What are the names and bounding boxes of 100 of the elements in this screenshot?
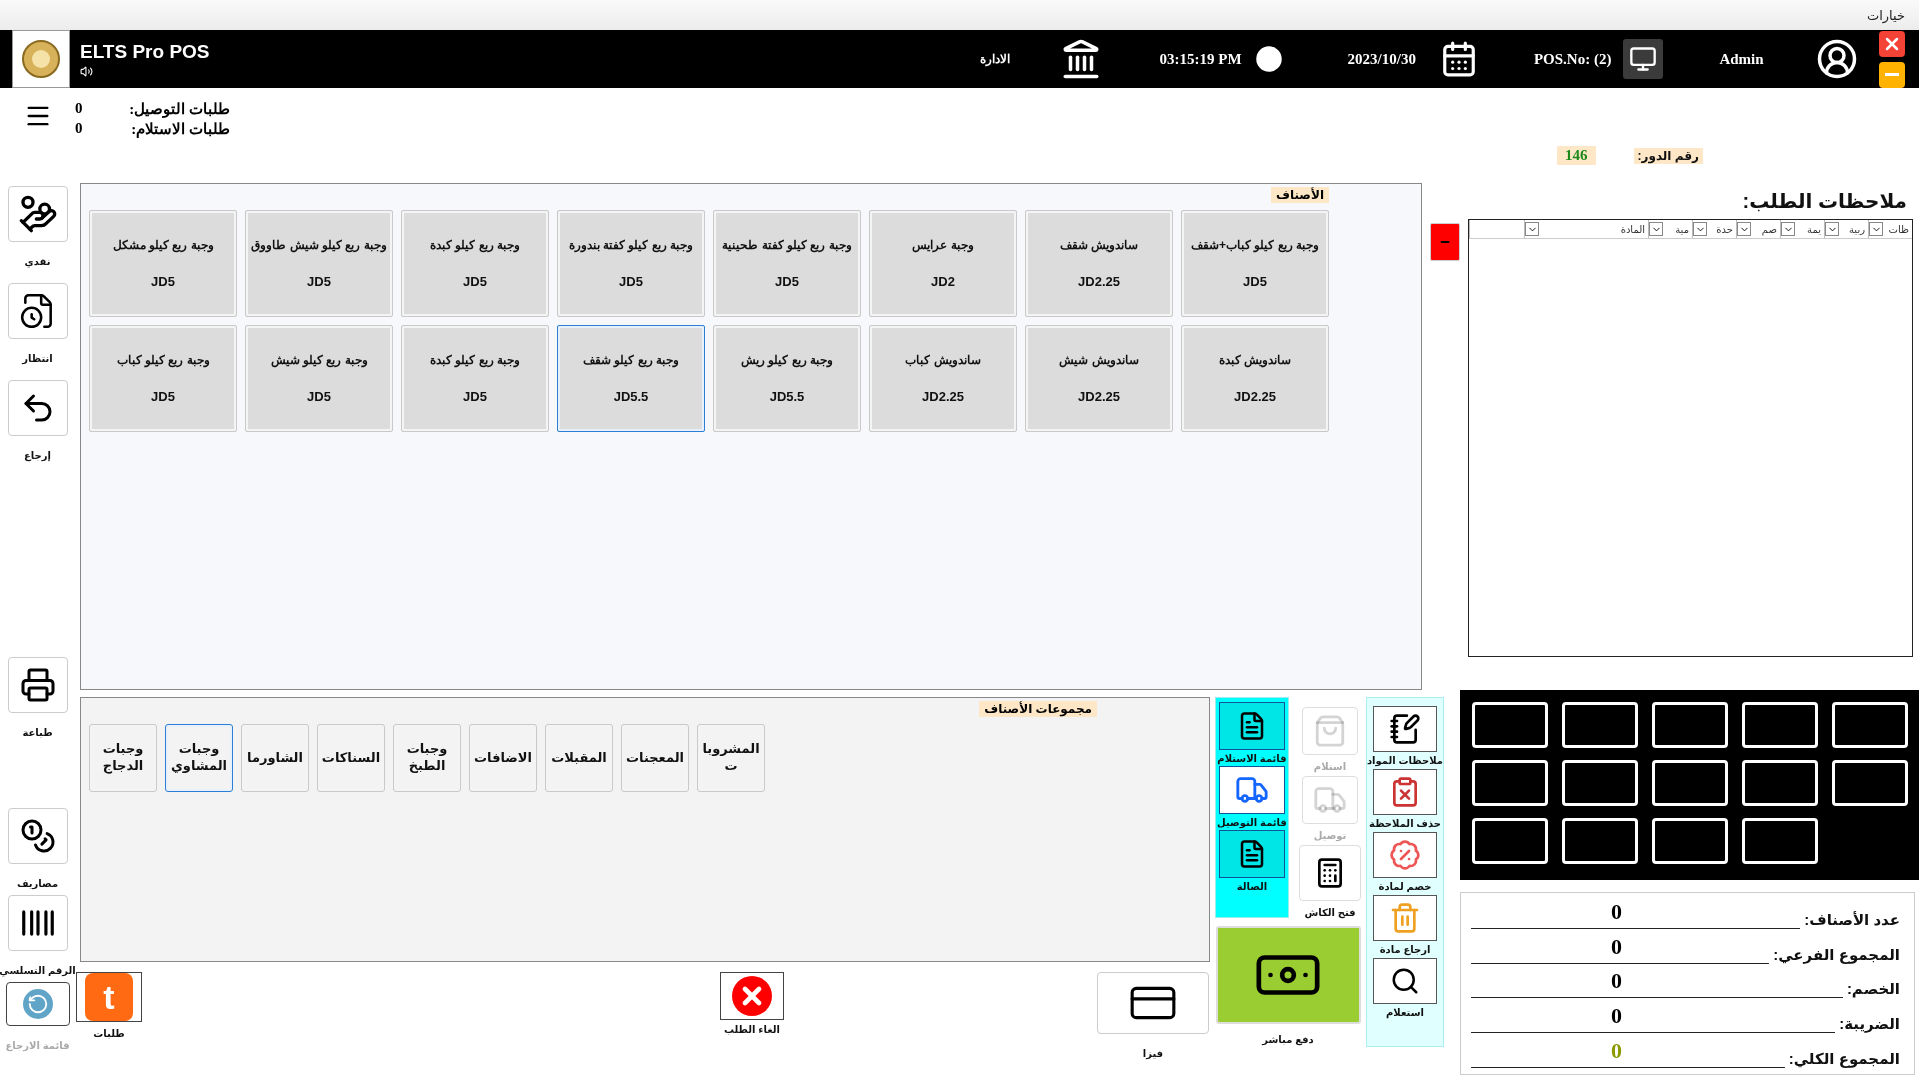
category-button[interactable]: وجبات المشاوي	[165, 724, 233, 792]
dropdown-icon[interactable]	[1737, 222, 1751, 236]
dropdown-icon[interactable]	[1649, 222, 1663, 236]
order-count: 0	[75, 100, 83, 118]
dropdown-icon[interactable]	[1825, 222, 1839, 236]
keypad-key[interactable]	[1652, 818, 1728, 864]
dropdown-icon[interactable]	[1525, 222, 1539, 236]
percent-icon	[1389, 839, 1421, 871]
category-button[interactable]: المعجنات	[621, 724, 689, 792]
category-button[interactable]: وجبات الطبخ	[393, 724, 461, 792]
keypad-key[interactable]	[1652, 702, 1728, 748]
button-label: حذف الملاحظة	[1369, 818, 1441, 829]
button-label: دفع مباشر	[1262, 1034, 1314, 1045]
monitor-icon[interactable]	[1623, 39, 1664, 79]
cancel-order-button[interactable]	[720, 972, 784, 1020]
keypad-key[interactable]	[1562, 760, 1638, 806]
category-button[interactable]: السناكات	[317, 724, 385, 792]
hall-button[interactable]	[1219, 830, 1285, 878]
button-label: فتح الكاش	[1304, 907, 1356, 918]
return-button[interactable]	[7, 380, 68, 436]
inquiry-button[interactable]	[1373, 958, 1437, 1004]
total-label: المجموع الكلي:	[1788, 1049, 1900, 1068]
button-label: الصالة	[1236, 881, 1268, 892]
return-item-button[interactable]	[1373, 895, 1437, 941]
keypad-key[interactable]	[1472, 818, 1548, 864]
keypad-key[interactable]	[1742, 818, 1818, 864]
keypad-key[interactable]	[1832, 702, 1908, 748]
bag-icon	[1313, 714, 1347, 748]
category-button[interactable]: المشروبات	[697, 724, 765, 792]
speaker-icon[interactable]	[80, 64, 93, 78]
total-value: 0	[1611, 1037, 1622, 1065]
button-label: استلام	[1313, 761, 1347, 772]
direct-payment-button[interactable]	[1215, 926, 1361, 1024]
notebook-icon	[1389, 713, 1421, 745]
keypad-key[interactable]	[1742, 760, 1818, 806]
options-menu[interactable]: خيارات	[1866, 7, 1905, 23]
dropdown-icon[interactable]	[1693, 222, 1707, 236]
column-header[interactable]: المادة	[1524, 220, 1648, 238]
queue-label: رقم الدور:	[1633, 147, 1703, 164]
button-label: مصاريف	[16, 878, 59, 889]
category-button[interactable]: المقبلات	[545, 724, 613, 792]
admin-link[interactable]: الادارة	[979, 51, 1010, 67]
keypad-key[interactable]	[1472, 760, 1548, 806]
category-button[interactable]: الشاورما	[241, 724, 309, 792]
button-label: طلبات	[93, 1028, 125, 1039]
remove-button[interactable]	[1430, 223, 1460, 261]
button-label: نقدي	[24, 256, 51, 267]
total-label: المجموع الفرعي:	[1773, 945, 1900, 964]
button-label: فيزا	[1142, 1048, 1164, 1059]
dropdown-icon[interactable]	[1869, 222, 1883, 236]
minimize-button[interactable]	[1879, 61, 1905, 88]
button-label: خصم لمادة	[1378, 881, 1432, 892]
search-icon	[1390, 966, 1420, 996]
orders-logo: t	[85, 973, 133, 1021]
column-header[interactable]: ظات	[1868, 220, 1912, 238]
pos-number: POS.No: (2)	[1533, 50, 1612, 68]
cash-drawer-button[interactable]	[1299, 845, 1361, 901]
expenses-button[interactable]	[7, 808, 68, 864]
cash-button[interactable]	[7, 186, 68, 242]
category-button[interactable]: الاضافات	[469, 724, 537, 792]
column-header[interactable]: ربية	[1824, 220, 1868, 238]
trash-icon	[1389, 902, 1421, 934]
keypad-key[interactable]	[1562, 702, 1638, 748]
user-name: Admin	[1719, 50, 1764, 68]
print-icon	[19, 667, 56, 703]
total-label: عدد الأصناف:	[1804, 911, 1900, 930]
column-header[interactable]: مية	[1648, 220, 1692, 238]
notes-title: ملاحظات الطلب:	[1742, 189, 1907, 213]
column-header[interactable]: حدة	[1692, 220, 1736, 238]
pickup-list-button[interactable]	[1219, 702, 1285, 750]
button-label: توصيل	[1313, 830, 1347, 841]
order-count-label: طلبات الاستلام:	[131, 120, 230, 138]
keypad-key[interactable]	[1742, 702, 1818, 748]
category-button[interactable]: وجبات الدجاج	[89, 724, 157, 792]
item-notes-button[interactable]	[1373, 706, 1437, 752]
delivery-list-button[interactable]	[1219, 766, 1285, 814]
order-count: 0	[75, 120, 83, 138]
item-discount-button[interactable]	[1373, 832, 1437, 878]
keypad-key[interactable]	[1652, 760, 1728, 806]
user-avatar-icon[interactable]	[1815, 38, 1858, 80]
total-value: 0	[1611, 968, 1622, 996]
date-display: 2023/10/30	[1347, 50, 1416, 68]
total-label: الضريبة:	[1839, 1015, 1900, 1034]
keypad-key[interactable]	[1472, 702, 1548, 748]
panel-title: مجموعات الأصناف	[979, 701, 1097, 717]
undo-icon	[22, 989, 53, 1019]
app-title: ELTS Pro POS	[80, 40, 210, 63]
column-header[interactable]: يمة	[1780, 220, 1824, 238]
keypad-key[interactable]	[1562, 818, 1638, 864]
keypad-key[interactable]	[1832, 760, 1908, 806]
total-value: 0	[1611, 933, 1622, 961]
close-button[interactable]	[1879, 30, 1905, 57]
delete-note-button[interactable]	[1373, 769, 1437, 815]
visa-button[interactable]	[1097, 972, 1209, 1034]
dropdown-icon[interactable]	[1781, 222, 1795, 236]
button-label: ارجاع مادة	[1379, 944, 1431, 955]
print-button[interactable]	[7, 657, 68, 713]
hold-button[interactable]	[7, 283, 68, 339]
column-header[interactable]: صم	[1736, 220, 1780, 238]
serial-button[interactable]	[7, 895, 68, 951]
